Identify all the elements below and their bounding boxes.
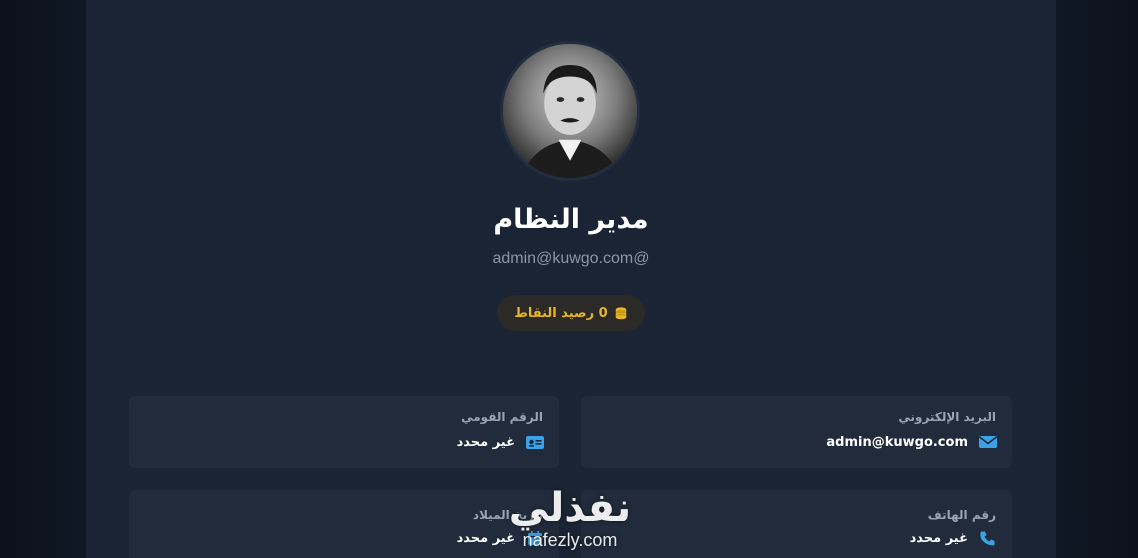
info-national-id-row: غير محدد: [457, 434, 545, 450]
info-birthdate-box: تاريخ الميلاد غير محدد: [129, 490, 559, 558]
page: مدير النظام admin@kuwgo.com@ 0 رصيد النق…: [0, 0, 1138, 558]
profile-email: admin@kuwgo.com@: [492, 250, 650, 267]
phone-icon: [980, 531, 995, 546]
info-birthdate-label: تاريخ الميلاد: [472, 508, 543, 522]
envelope-icon: [979, 436, 997, 448]
info-email-box: البريد الإلكتروني admin@kuwgo.com: [581, 396, 1012, 468]
info-phone-value: غير محدد: [909, 530, 968, 546]
info-phone-box: رقم الهاتف غير محدد: [581, 490, 1012, 558]
profile-avatar: [500, 41, 640, 181]
avatar-photo: [503, 44, 637, 178]
info-email-label: البريد الإلكتروني: [898, 410, 996, 424]
info-phone-row: غير محدد: [910, 530, 998, 546]
info-birthdate-row: غير محدد: [457, 530, 545, 546]
info-national-id-box: الرقم القومي غير محدد: [129, 396, 559, 468]
points-balance-text: 0 رصيد النقاط: [514, 305, 608, 321]
profile-card: مدير النظام admin@kuwgo.com@ 0 رصيد النق…: [86, 0, 1056, 558]
points-balance-badge: 0 رصيد النقاط: [497, 295, 645, 331]
profile-name: مدير النظام: [493, 204, 649, 235]
id-card-icon: [526, 436, 544, 449]
calendar-icon: [528, 531, 542, 545]
info-email-value: admin@kuwgo.com: [826, 434, 968, 450]
coins-icon: [615, 307, 626, 320]
info-phone-label: رقم الهاتف: [927, 508, 996, 522]
info-email-row: admin@kuwgo.com: [826, 434, 998, 450]
info-birthdate-value: غير محدد: [456, 530, 515, 546]
info-national-id-label: الرقم القومي: [461, 410, 543, 424]
info-national-id-value: غير محدد: [456, 434, 515, 450]
